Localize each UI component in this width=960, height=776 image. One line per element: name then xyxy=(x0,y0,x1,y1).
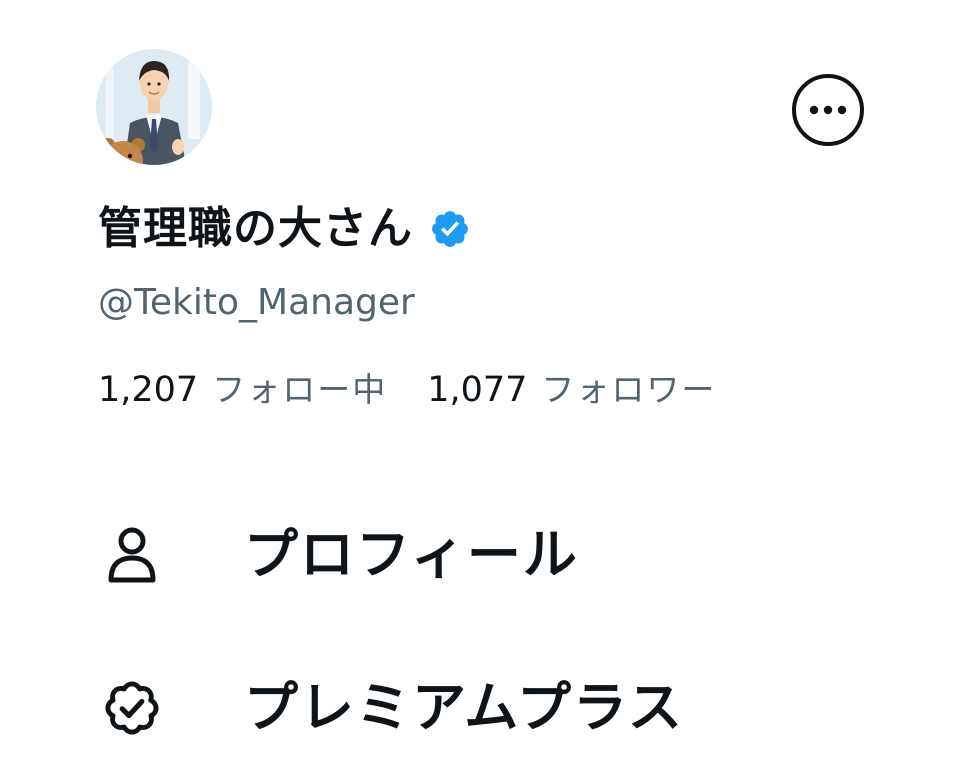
following-link[interactable]: 1,207 フォロー中 xyxy=(98,366,387,420)
following-label: フォロー中 xyxy=(212,370,388,409)
followers-link[interactable]: 1,077 フォロワー xyxy=(427,366,716,420)
avatar[interactable] xyxy=(96,49,212,165)
name-row: 管理職の大さん xyxy=(98,200,471,258)
handle: @Tekito_Manager xyxy=(98,282,415,323)
display-name: 管理職の大さん xyxy=(98,203,413,254)
following-count: 1,207 xyxy=(98,370,199,410)
followers-count: 1,077 xyxy=(427,370,528,410)
verified-badge-icon[interactable] xyxy=(429,208,471,250)
account-drawer: 管理職の大さん @Tekito_Manager 1,207 フォロー中 1,077… xyxy=(0,0,960,776)
verified-badge-outline-icon xyxy=(100,676,164,740)
menu-item-label: プレミアムプラス xyxy=(244,676,684,739)
more-options-icon xyxy=(809,105,847,115)
menu-item-profile[interactable]: プロフィール xyxy=(100,515,579,595)
follow-stats: 1,207 フォロー中 1,077 フォロワー xyxy=(98,366,716,420)
more-options-button[interactable] xyxy=(792,74,864,146)
followers-label: フォロワー xyxy=(541,370,717,409)
menu-item-premium-plus[interactable]: プレミアムプラス xyxy=(100,668,684,748)
person-icon xyxy=(100,523,164,587)
menu-item-label: プロフィール xyxy=(244,523,579,586)
avatar-illustration xyxy=(96,49,212,165)
